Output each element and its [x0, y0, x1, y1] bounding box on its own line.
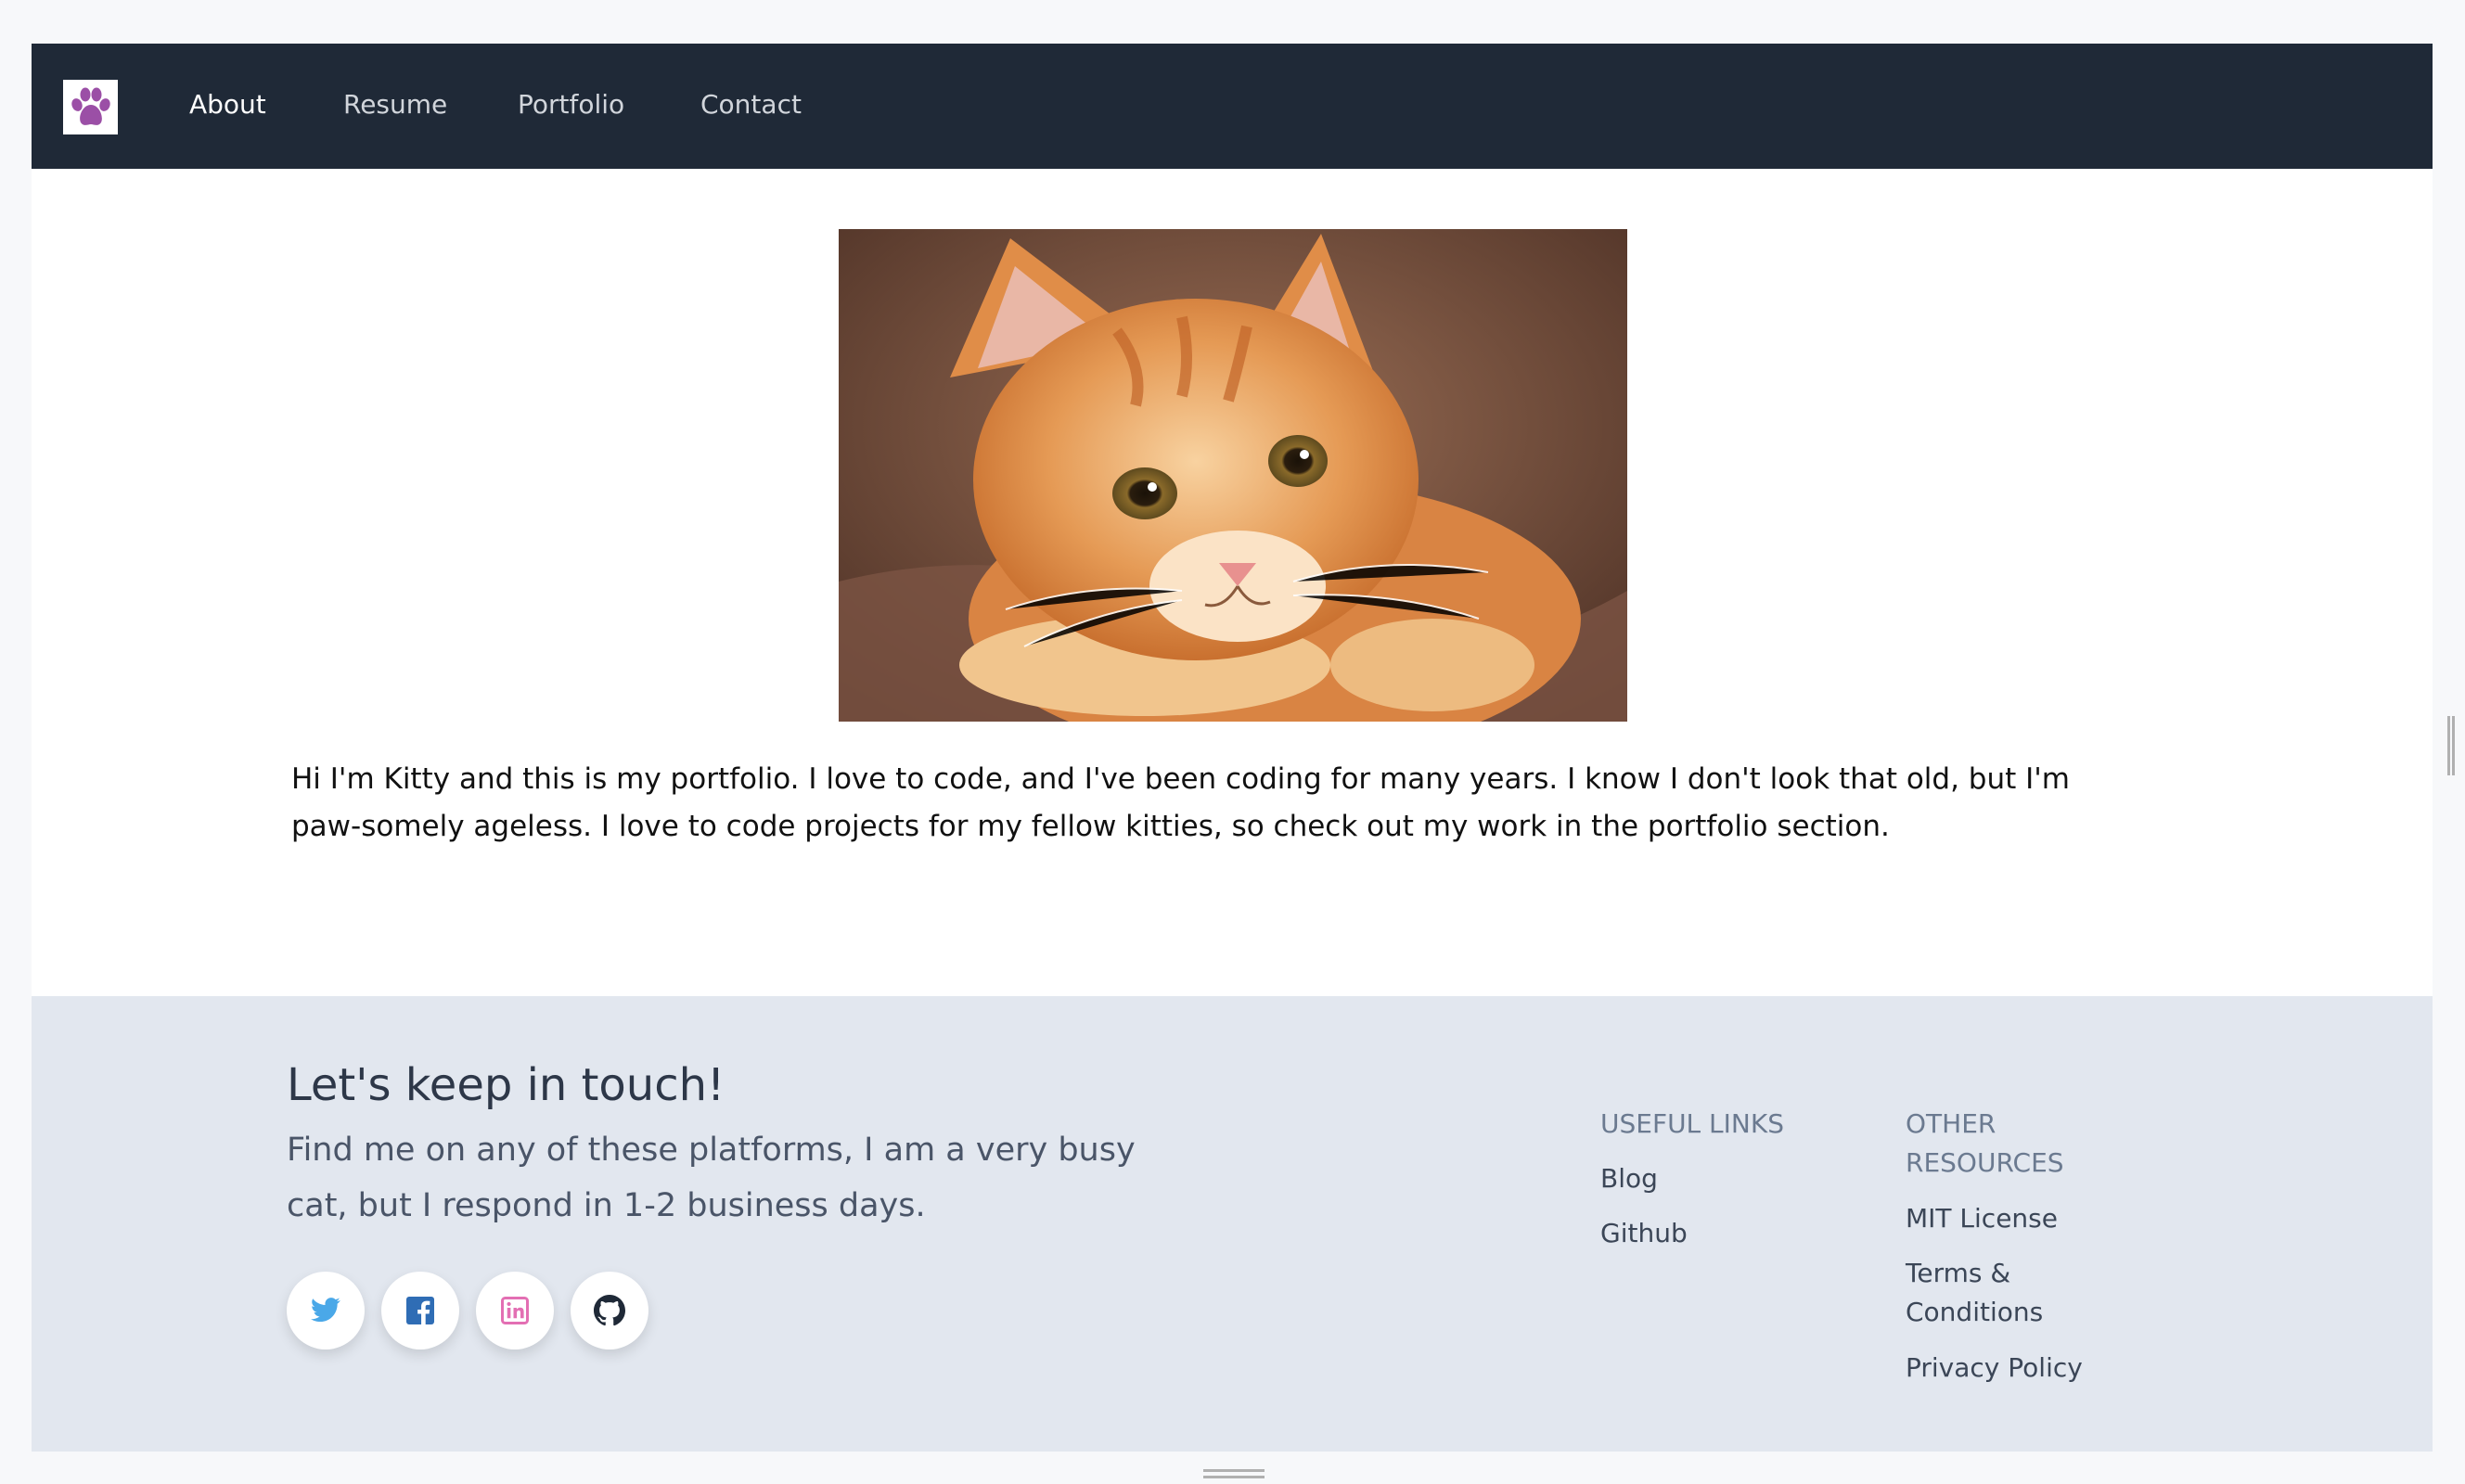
- github-button[interactable]: [571, 1272, 648, 1350]
- nav-about[interactable]: About: [189, 86, 266, 123]
- useful-links-heading: USEFUL LINKS: [1600, 1108, 1784, 1139]
- footer-title: Let's keep in touch!: [287, 1059, 725, 1111]
- nav-resume[interactable]: Resume: [343, 86, 447, 123]
- footer-subtitle: Find me on any of these platforms, I am …: [287, 1132, 1136, 1224]
- kitten-photo: [839, 229, 1627, 722]
- mit-license-link[interactable]: MIT License: [1906, 1199, 2058, 1238]
- linkedin-icon: [501, 1297, 529, 1324]
- github-link[interactable]: Github: [1600, 1214, 1688, 1253]
- github-icon: [594, 1295, 625, 1326]
- other-resources-heading: OTHER RESOURCES: [1906, 1108, 2064, 1178]
- blog-link[interactable]: Blog: [1600, 1159, 1658, 1198]
- facebook-icon: [406, 1297, 434, 1324]
- privacy-policy-link[interactable]: Privacy Policy: [1906, 1349, 2083, 1388]
- paw-icon: [71, 87, 110, 125]
- linkedin-button[interactable]: [476, 1272, 554, 1350]
- nav-contact[interactable]: Contact: [700, 86, 802, 123]
- twitter-button[interactable]: [287, 1272, 365, 1350]
- twitter-icon: [310, 1298, 340, 1323]
- facebook-button[interactable]: [381, 1272, 459, 1350]
- nav-portfolio[interactable]: Portfolio: [518, 86, 624, 123]
- intro-text: Hi I'm Kitty and this is my portfolio. I…: [291, 762, 2070, 843]
- terms-link[interactable]: Terms & Conditions: [1906, 1254, 2063, 1332]
- navbar: About Resume Portfolio Contact: [32, 44, 2433, 169]
- vertical-resize-handle[interactable]: [2447, 716, 2455, 775]
- footer: Let's keep in touch! Find me on any of t…: [32, 996, 2433, 1452]
- paw-logo[interactable]: [63, 80, 118, 134]
- page-frame: About Resume Portfolio Contact Hi I'm Ki…: [32, 44, 2433, 1452]
- horizontal-resize-handle[interactable]: [1203, 1469, 1265, 1478]
